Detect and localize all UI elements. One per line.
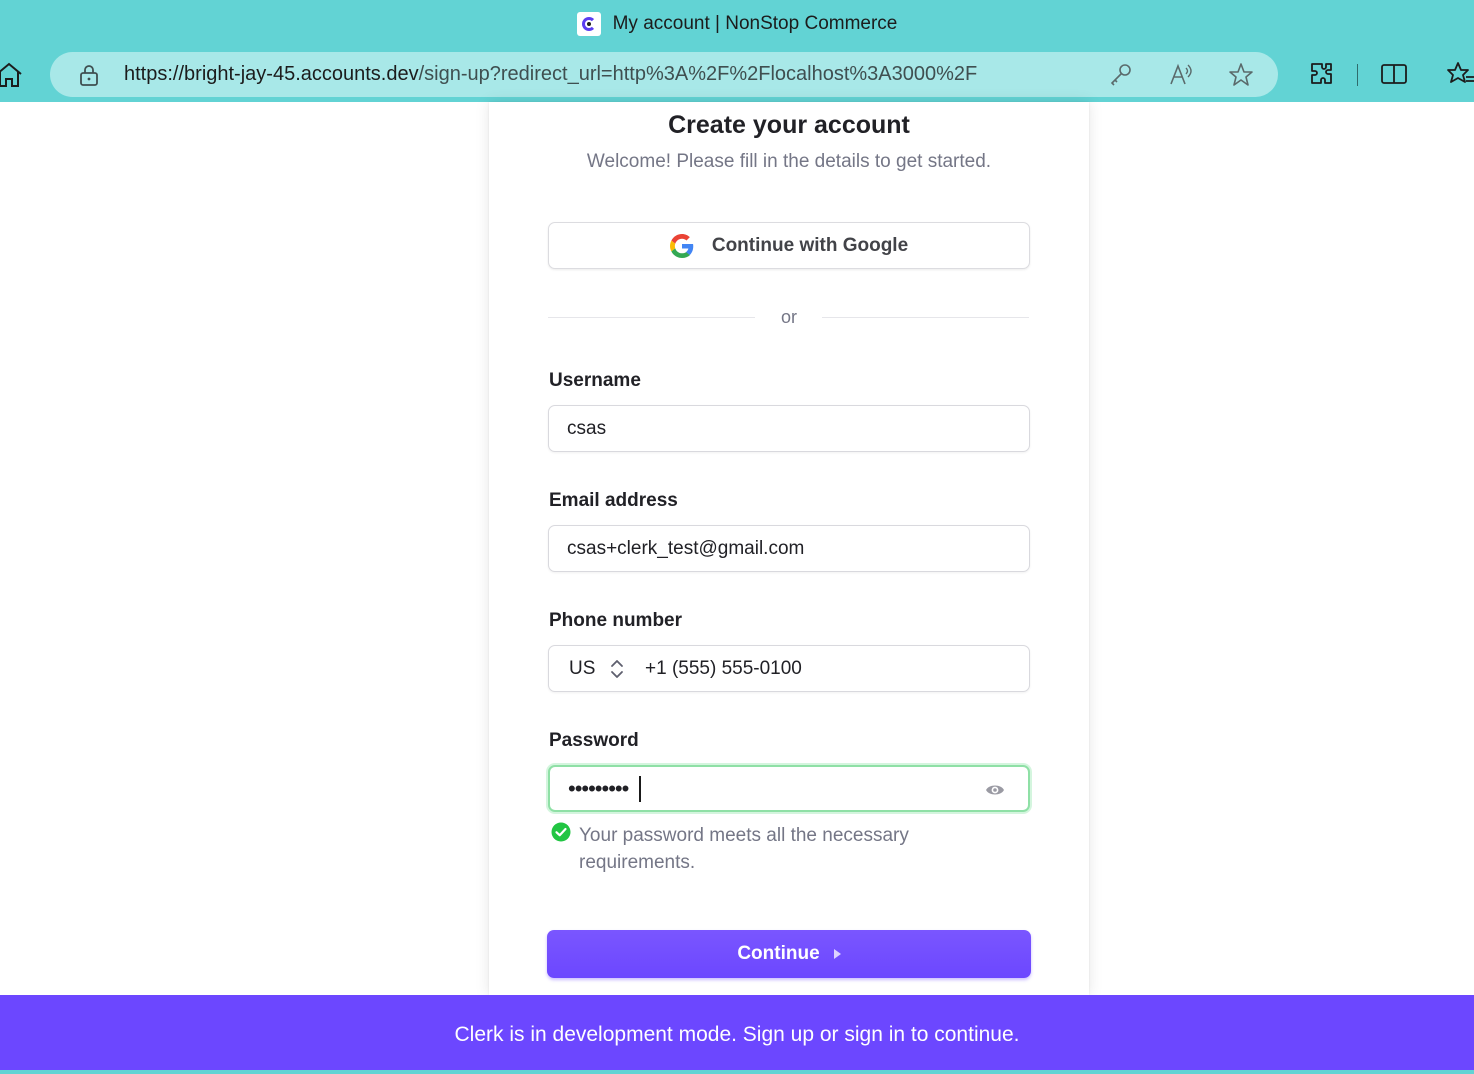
password-label: Password <box>549 730 639 751</box>
development-mode-banner: Clerk is in development mode. Sign up or… <box>0 995 1474 1074</box>
show-password-eye-icon[interactable] <box>984 780 1006 800</box>
address-bar[interactable]: https://bright-jay-45.accounts.dev/sign-… <box>50 52 1278 97</box>
favorites-icon[interactable] <box>1446 60 1474 88</box>
password-input[interactable]: ••••••••• <box>548 765 1030 812</box>
key-icon[interactable] <box>1108 62 1134 88</box>
favorite-star-icon[interactable] <box>1228 62 1254 88</box>
username-value: csas <box>567 418 607 439</box>
continue-with-google-button[interactable]: Continue with Google <box>548 222 1030 269</box>
password-value: ••••••••• <box>568 776 629 801</box>
email-label: Email address <box>549 490 678 511</box>
continue-button[interactable]: Continue <box>547 930 1031 978</box>
url-text[interactable]: https://bright-jay-45.accounts.dev/sign-… <box>124 63 977 86</box>
sign-up-card: Create your account Welcome! Please fill… <box>489 102 1089 995</box>
tab-title: My account | NonStop Commerce <box>612 13 898 34</box>
email-input[interactable]: csas+clerk_test@gmail.com <box>548 525 1030 572</box>
page-title: Create your account <box>668 111 910 139</box>
country-code-select[interactable]: US <box>569 658 595 680</box>
extensions-icon[interactable] <box>1308 60 1336 88</box>
split-screen-icon[interactable] <box>1380 60 1408 88</box>
chevron-up-down-icon[interactable] <box>609 658 625 680</box>
email-value: csas+clerk_test@gmail.com <box>567 538 805 559</box>
text-caret <box>639 776 641 802</box>
url-path: /sign-up?redirect_url=http%3A%2F%2Flocal… <box>418 63 978 85</box>
phone-label: Phone number <box>549 610 683 631</box>
home-icon[interactable] <box>0 60 24 90</box>
bottom-strip <box>0 1070 1474 1074</box>
clerk-favicon-icon <box>576 12 601 36</box>
username-label: Username <box>549 370 641 391</box>
browser-toolbar: https://bright-jay-45.accounts.dev/sign-… <box>0 48 1474 102</box>
read-aloud-icon[interactable] <box>1168 62 1194 88</box>
development-mode-text: Clerk is in development mode. Sign up or… <box>454 1022 1020 1046</box>
toolbar-separator <box>1357 64 1358 86</box>
google-icon <box>669 233 694 258</box>
success-check-icon <box>551 822 571 842</box>
password-requirements-message: Your password meets all the necessary re… <box>579 825 909 873</box>
google-button-label: Continue with Google <box>711 234 909 256</box>
username-input[interactable]: csas <box>548 405 1030 452</box>
lock-icon[interactable] <box>78 63 100 87</box>
arrow-right-icon <box>833 949 841 959</box>
divider-line-right <box>822 317 1029 318</box>
url-host: https://bright-jay-45.accounts.dev <box>124 63 419 85</box>
continue-button-label: Continue <box>737 943 820 964</box>
browser-title-bar: My account | NonStop Commerce <box>0 0 1474 48</box>
phone-input[interactable]: US +1 (555) 555-0100 <box>548 645 1030 692</box>
phone-value: +1 (555) 555-0100 <box>645 658 802 679</box>
page-subtitle: Welcome! Please fill in the details to g… <box>586 151 992 172</box>
